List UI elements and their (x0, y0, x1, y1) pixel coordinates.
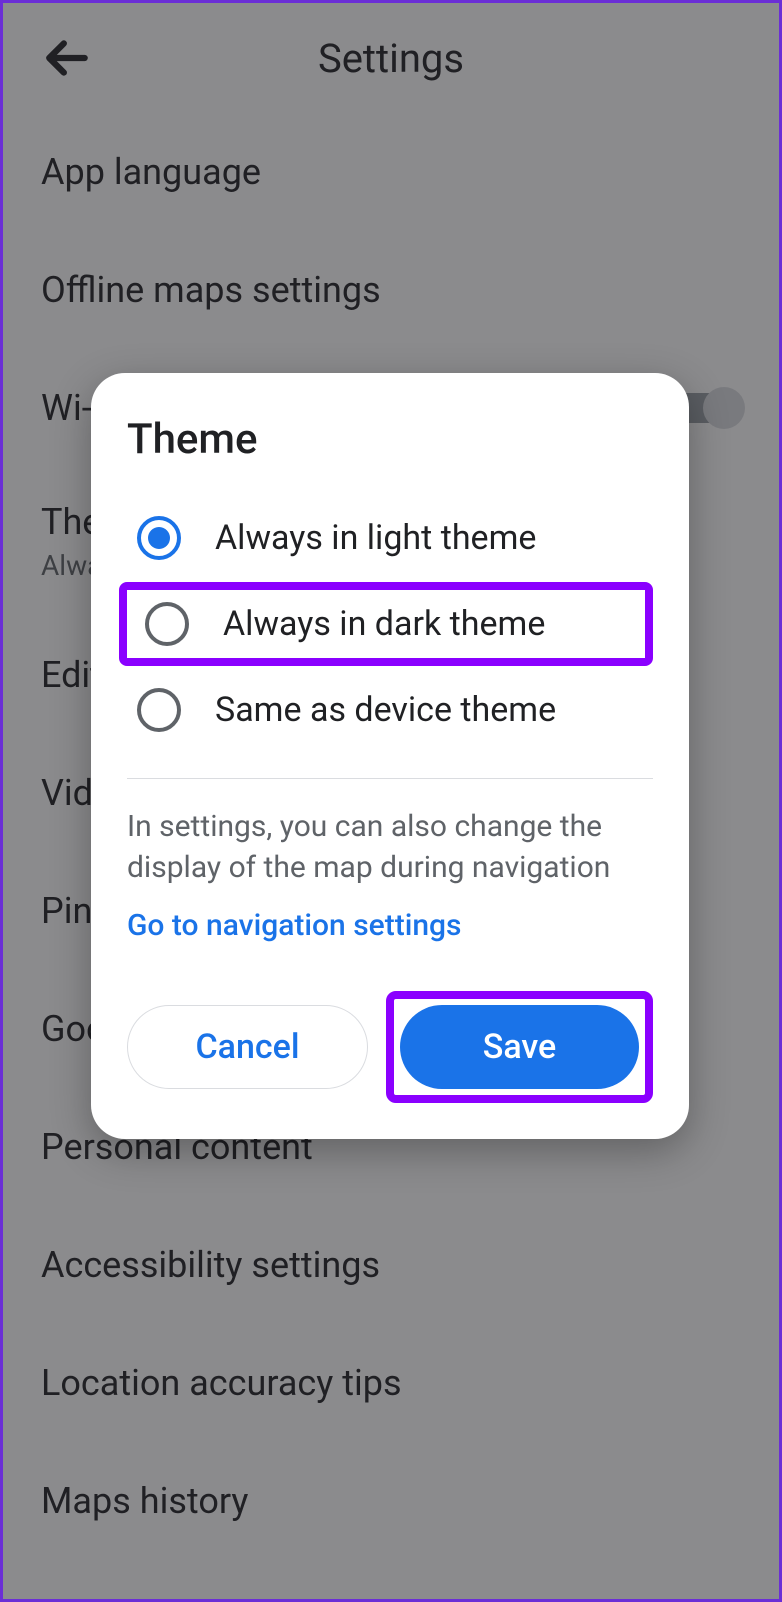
cancel-button[interactable]: Cancel (127, 1005, 368, 1089)
radio-label: Always in light theme (215, 518, 536, 558)
dialog-actions: Cancel Save (127, 991, 653, 1103)
radio-icon (137, 688, 181, 732)
radio-icon (145, 602, 189, 646)
radio-label: Always in dark theme (223, 604, 545, 644)
navigation-settings-link[interactable]: Go to navigation settings (127, 908, 462, 943)
dialog-info-text: In settings, you can also change the dis… (127, 807, 653, 888)
divider (127, 778, 653, 779)
save-highlight: Save (386, 991, 653, 1103)
theme-option-device[interactable]: Same as device theme (127, 666, 653, 754)
radio-label: Same as device theme (215, 690, 556, 730)
theme-dialog: Theme Always in light theme Always in da… (91, 373, 689, 1139)
theme-option-dark[interactable]: Always in dark theme (119, 582, 653, 666)
save-button[interactable]: Save (400, 1005, 639, 1089)
radio-icon (137, 516, 181, 560)
theme-option-light[interactable]: Always in light theme (127, 494, 653, 582)
dialog-title: Theme (127, 415, 653, 464)
